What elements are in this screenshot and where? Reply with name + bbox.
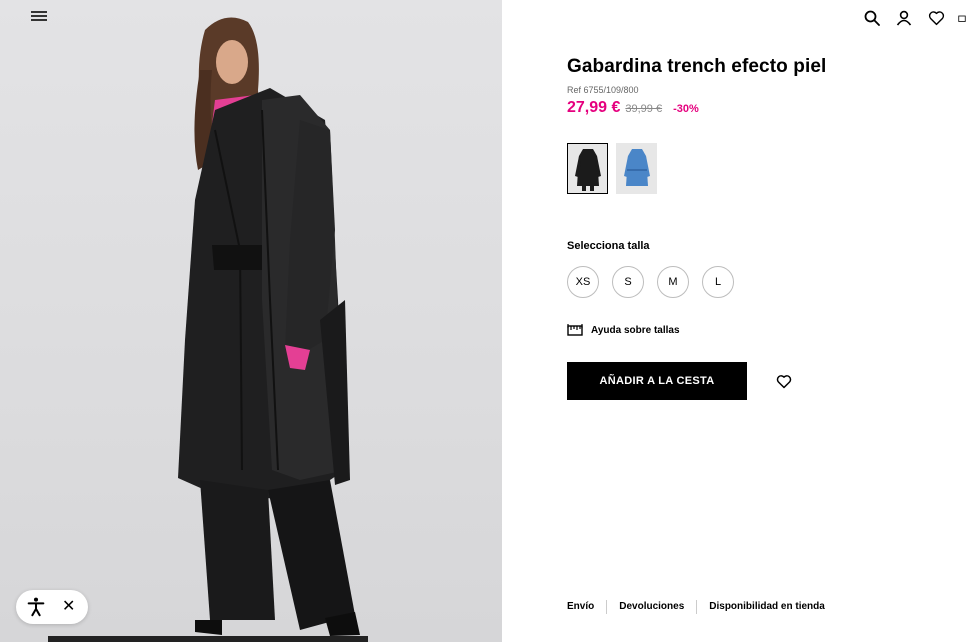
user-icon[interactable] [894,8,914,28]
footer-link-returns[interactable]: Devoluciones [606,600,696,614]
color-swatch-black[interactable] [567,143,608,194]
accessibility-close-button[interactable]: ✕ [62,599,75,615]
size-options: XS S M L [567,266,947,298]
search-icon[interactable] [862,8,882,28]
size-option-l[interactable]: L [702,266,734,298]
original-price: 39,99 € [625,103,663,115]
size-option-m[interactable]: M [657,266,689,298]
product-image [0,0,502,642]
wishlist-heart-icon[interactable] [775,372,793,390]
size-section-label: Selecciona talla [567,240,650,252]
size-help-label: Ayuda sobre tallas [591,324,680,336]
hamburger-icon [31,11,47,13]
cart-row: AÑADIR A LA CESTA [567,362,947,400]
color-swatches [567,143,947,194]
image-bottom-strip [48,636,368,642]
size-option-xs[interactable]: XS [567,266,599,298]
size-option-s[interactable]: S [612,266,644,298]
add-to-cart-button[interactable]: AÑADIR A LA CESTA [567,362,747,400]
accessibility-widget: ✕ [16,590,88,624]
footer-link-store-availability[interactable]: Disponibilidad en tienda [696,600,837,614]
bag-icon[interactable] [958,8,966,28]
current-price: 27,99 € [567,99,621,116]
color-swatch-blue[interactable] [616,143,657,194]
footer-link-shipping[interactable]: Envío [567,600,606,614]
discount-badge: -30% [673,103,699,115]
product-ref: Ref 6755/109/800 [567,85,639,95]
header-icons [862,8,966,28]
product-title: Gabardina trench efecto piel [567,56,827,77]
accessibility-icon[interactable] [24,595,48,619]
price-row: 27,99 € 39,99 € -30% [567,99,947,117]
product-image-panel [0,0,502,642]
footer-links: Envío Devoluciones Disponibilidad en tie… [567,600,837,614]
size-help-link[interactable]: Ayuda sobre tallas [567,323,947,337]
menu-button[interactable] [31,9,47,23]
heart-icon[interactable] [926,8,946,28]
ruler-icon [567,324,583,336]
product-info: Gabardina trench efecto piel Ref 6755/10… [567,56,947,400]
